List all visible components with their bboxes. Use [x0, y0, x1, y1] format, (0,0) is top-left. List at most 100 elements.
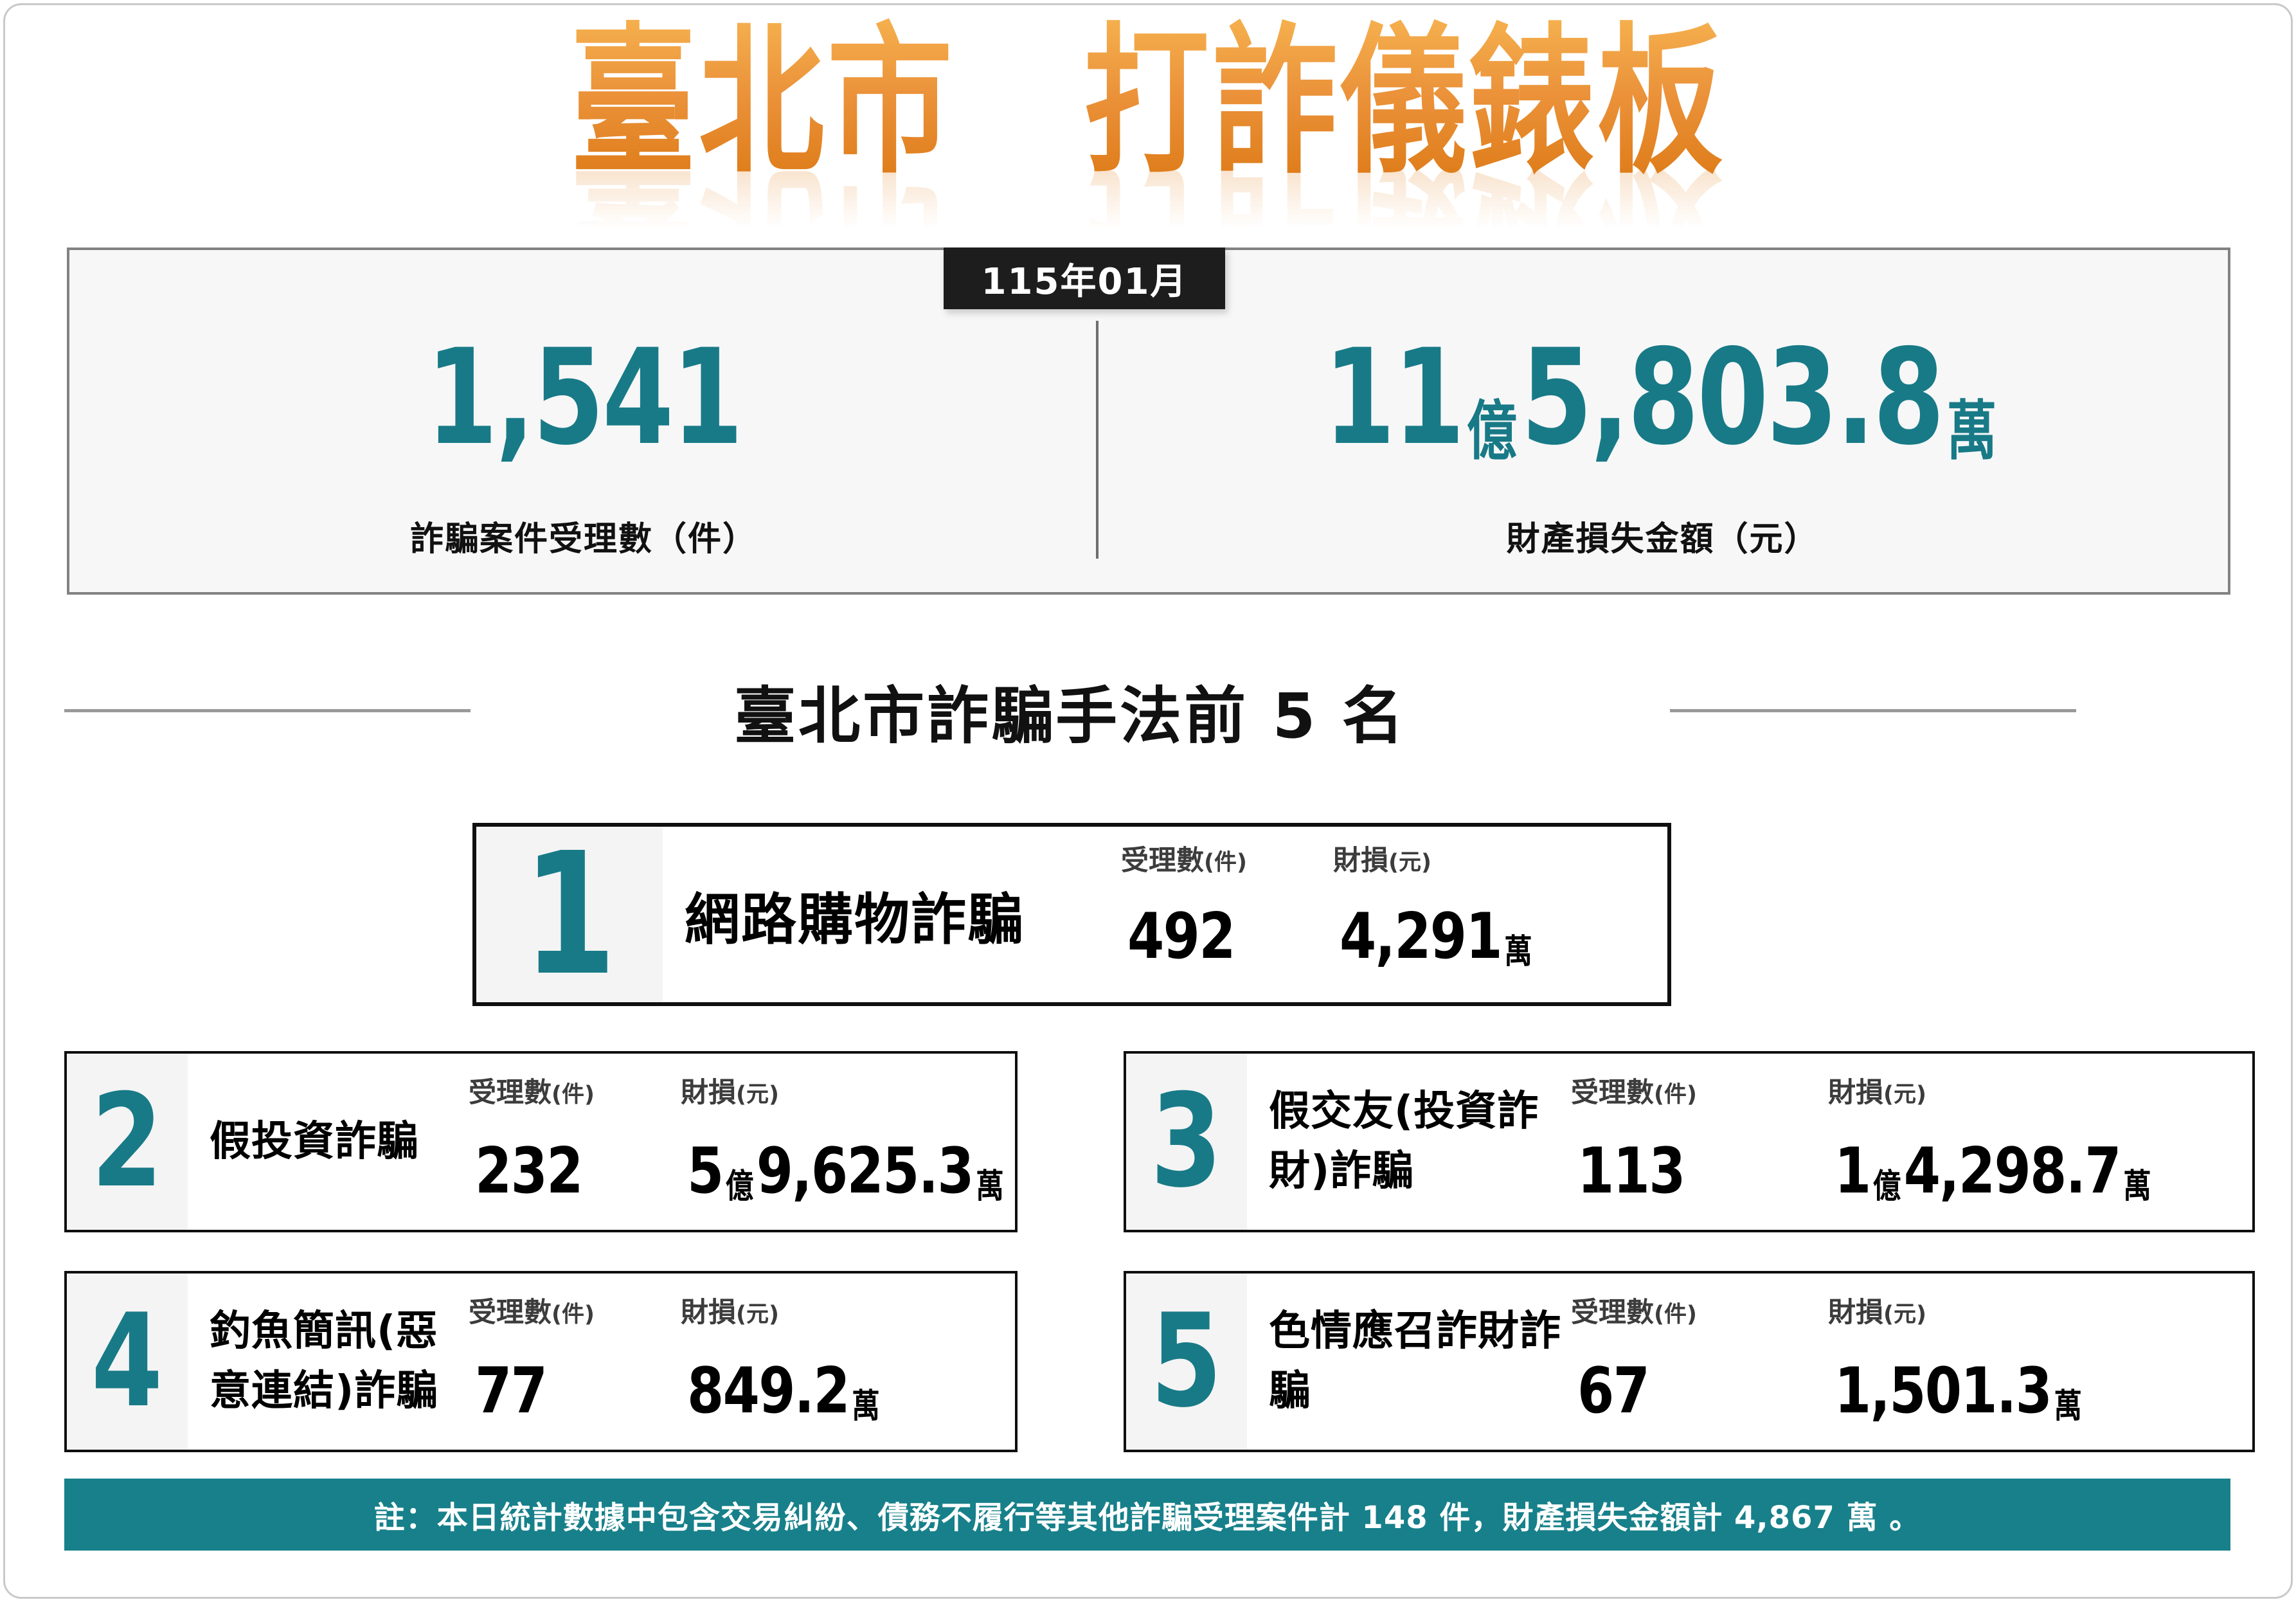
- cases-column-header: 受理數(件): [1571, 1070, 1697, 1110]
- stat-cases: 1,541 詐騙案件受理數（件）: [69, 250, 1098, 592]
- loss-num1: 4,291: [1340, 900, 1503, 973]
- cases-column-header: 受理數(件): [469, 1070, 595, 1110]
- fraud-type-name: 色情應召詐財詐騙: [1269, 1308, 1561, 1415]
- ranking-section-header: 臺北市詐騙手法前 5 名: [64, 669, 2076, 752]
- fraud-rank-card-1: 1 網路購物詐騙 受理數(件) 492 財損(元) 4,291 萬: [472, 823, 1671, 1006]
- fraud-rank-card-3: 3 假交友(投資詐財)詐騙 受理數(件) 113 財損(元) 1 億 4,298.7…: [1124, 1051, 2255, 1232]
- cases-header-label: 受理數: [469, 1077, 552, 1109]
- loss-column: 財損(元) 1,501.3 萬: [1828, 1274, 2252, 1450]
- cases-value-wrap: 492: [1127, 905, 1235, 968]
- fraud-rank-card-5: 5 色情應召詐財詐騙 受理數(件) 67 財損(元) 1,501.3 萬: [1124, 1271, 2255, 1452]
- loss-value-wrap: 1,501.3 萬: [1834, 1360, 2090, 1423]
- cases-value: 492: [1127, 900, 1235, 973]
- cases-header-label: 受理數: [469, 1297, 552, 1329]
- cases-value-wrap: 67: [1577, 1354, 1650, 1428]
- loss-num1: 1: [1834, 1135, 1871, 1208]
- summary-panel: 115年01月 1,541 詐騙案件受理數（件） 11 億 5,803.8 萬 …: [67, 248, 2230, 595]
- loss-value-wrap: 849.2 萬: [687, 1360, 888, 1423]
- cases-header-unit: (件): [1654, 1302, 1697, 1328]
- loss-header-label: 財損: [681, 1077, 736, 1109]
- loss-column-header: 財損(元): [1828, 1070, 1926, 1110]
- footnote-bar: 註：本日統計數據中包含交易糾紛、債務不履行等其他詐騙受理案件計 148 件，財產…: [64, 1479, 2230, 1551]
- fraud-type-name: 釣魚簡訊(惡意連結)詐騙: [210, 1308, 438, 1415]
- fraud-type-name: 網路購物詐騙: [685, 888, 1024, 952]
- loss-header-label: 財損: [1828, 1077, 1883, 1109]
- cases-column: 受理數(件) 492: [1121, 827, 1333, 1002]
- cases-column: 受理數(件) 77: [469, 1274, 681, 1450]
- loss-header-unit: (元): [1388, 850, 1431, 876]
- cases-value: 1,541: [426, 321, 743, 474]
- loss-column: 財損(元) 5 億 9,625.3 萬: [681, 1054, 1015, 1230]
- loss-column-header: 財損(元): [681, 1070, 779, 1110]
- loss-value-wrap: 11 億 5,803.8 萬: [1324, 332, 2001, 464]
- cases-header-label: 受理數: [1571, 1077, 1654, 1109]
- header-line-right: [1669, 708, 2076, 712]
- dashboard-canvas: 臺北市 打詐儀錶板 臺北市 打詐儀錶板 115年01月 1,541 詐騙案件受理…: [0, 0, 2296, 1602]
- cases-header-label: 受理數: [1121, 845, 1204, 877]
- loss-column: 財損(元) 849.2 萬: [681, 1274, 1015, 1450]
- fraud-rank-card-4: 4 釣魚簡訊(惡意連結)詐騙 受理數(件) 77 財損(元) 849.2 萬: [64, 1271, 1018, 1452]
- rank-strip: 2: [67, 1054, 188, 1230]
- loss-value-num2: 5,803.8: [1521, 321, 1945, 474]
- cases-column: 受理數(件) 232: [469, 1054, 681, 1230]
- cases-value-wrap: 232: [475, 1135, 583, 1208]
- loss-header-unit: (元): [736, 1082, 779, 1108]
- loss-num1: 5: [687, 1135, 724, 1208]
- loss-value-unit2: 萬: [1946, 393, 1997, 469]
- loss-unit1: 萬: [1504, 933, 1532, 971]
- cases-value: 232: [475, 1135, 583, 1208]
- cases-value: 67: [1577, 1354, 1650, 1428]
- loss-header-label: 財損: [681, 1297, 736, 1329]
- loss-column-header: 財損(元): [1828, 1290, 1926, 1330]
- ranking-section-title: 臺北市詐騙手法前 5 名: [734, 680, 1406, 752]
- fraud-type-name: 假投資詐騙: [210, 1117, 418, 1166]
- loss-unit1: 億: [1872, 1167, 1901, 1206]
- loss-header-label: 財損: [1828, 1297, 1883, 1329]
- rank-number: 3: [1151, 1066, 1223, 1216]
- cases-header-label: 受理數: [1571, 1297, 1654, 1329]
- loss-value-num1: 11: [1323, 321, 1465, 474]
- stat-loss: 11 億 5,803.8 萬 財產損失金額（元）: [1099, 250, 2227, 592]
- loss-value-wrap: 1 億 4,298.7 萬: [1834, 1140, 2154, 1203]
- cases-header-unit: (件): [552, 1302, 595, 1328]
- cases-column-header: 受理數(件): [1571, 1290, 1697, 1330]
- cases-column-header: 受理數(件): [469, 1290, 595, 1330]
- cases-value-wrap: 113: [1577, 1140, 1685, 1203]
- rank-number: 2: [91, 1066, 163, 1216]
- rank-strip: 5: [1126, 1274, 1247, 1450]
- cases-header-unit: (件): [1654, 1082, 1697, 1108]
- rank-number: 5: [1151, 1286, 1223, 1436]
- loss-header-unit: (元): [1883, 1082, 1926, 1108]
- cases-value-wrap: 77: [475, 1354, 548, 1428]
- loss-header-unit: (元): [1883, 1302, 1926, 1328]
- cases-value-wrap: 1,541: [426, 321, 743, 474]
- cases-header-unit: (件): [552, 1082, 595, 1108]
- loss-column-header: 財損(元): [1333, 838, 1431, 878]
- loss-value-unit1: 億: [1467, 393, 1518, 469]
- loss-column: 財損(元) 1 億 4,298.7 萬: [1828, 1054, 2252, 1230]
- loss-header-label: 財損: [1333, 845, 1388, 877]
- loss-unit1: 萬: [2054, 1387, 2083, 1426]
- loss-num2: 9,625.3: [756, 1135, 974, 1208]
- rank-strip: 3: [1126, 1054, 1247, 1230]
- cases-column: 受理數(件) 67: [1571, 1274, 1828, 1450]
- loss-unit1: 億: [725, 1167, 754, 1206]
- loss-value-wrap: 4,291 萬: [1340, 900, 1540, 973]
- cases-value: 77: [475, 1354, 548, 1428]
- cases-value: 113: [1577, 1135, 1685, 1208]
- cases-header-unit: (件): [1204, 850, 1247, 876]
- rank-strip: 4: [67, 1274, 188, 1450]
- loss-column-header: 財損(元): [681, 1290, 779, 1330]
- loss-column: 財損(元) 4,291 萬: [1333, 827, 1667, 1002]
- fraud-rank-card-2: 2 假投資詐騙 受理數(件) 232 財損(元) 5 億 9,625.3 萬: [64, 1051, 1018, 1232]
- loss-num1: 849.2: [687, 1354, 850, 1428]
- loss-label: 財產損失金額（元）: [1506, 520, 1819, 559]
- rank-number: 4: [91, 1286, 163, 1436]
- loss-unit2: 萬: [2123, 1167, 2151, 1206]
- loss-value-wrap: 5 億 9,625.3 萬: [687, 1140, 1007, 1203]
- rank-strip: 1: [476, 827, 663, 1002]
- loss-header-unit: (元): [736, 1302, 779, 1328]
- loss-num1: 1,501.3: [1834, 1354, 2052, 1428]
- loss-unit1: 萬: [852, 1387, 880, 1426]
- cases-column-header: 受理數(件): [1121, 838, 1247, 878]
